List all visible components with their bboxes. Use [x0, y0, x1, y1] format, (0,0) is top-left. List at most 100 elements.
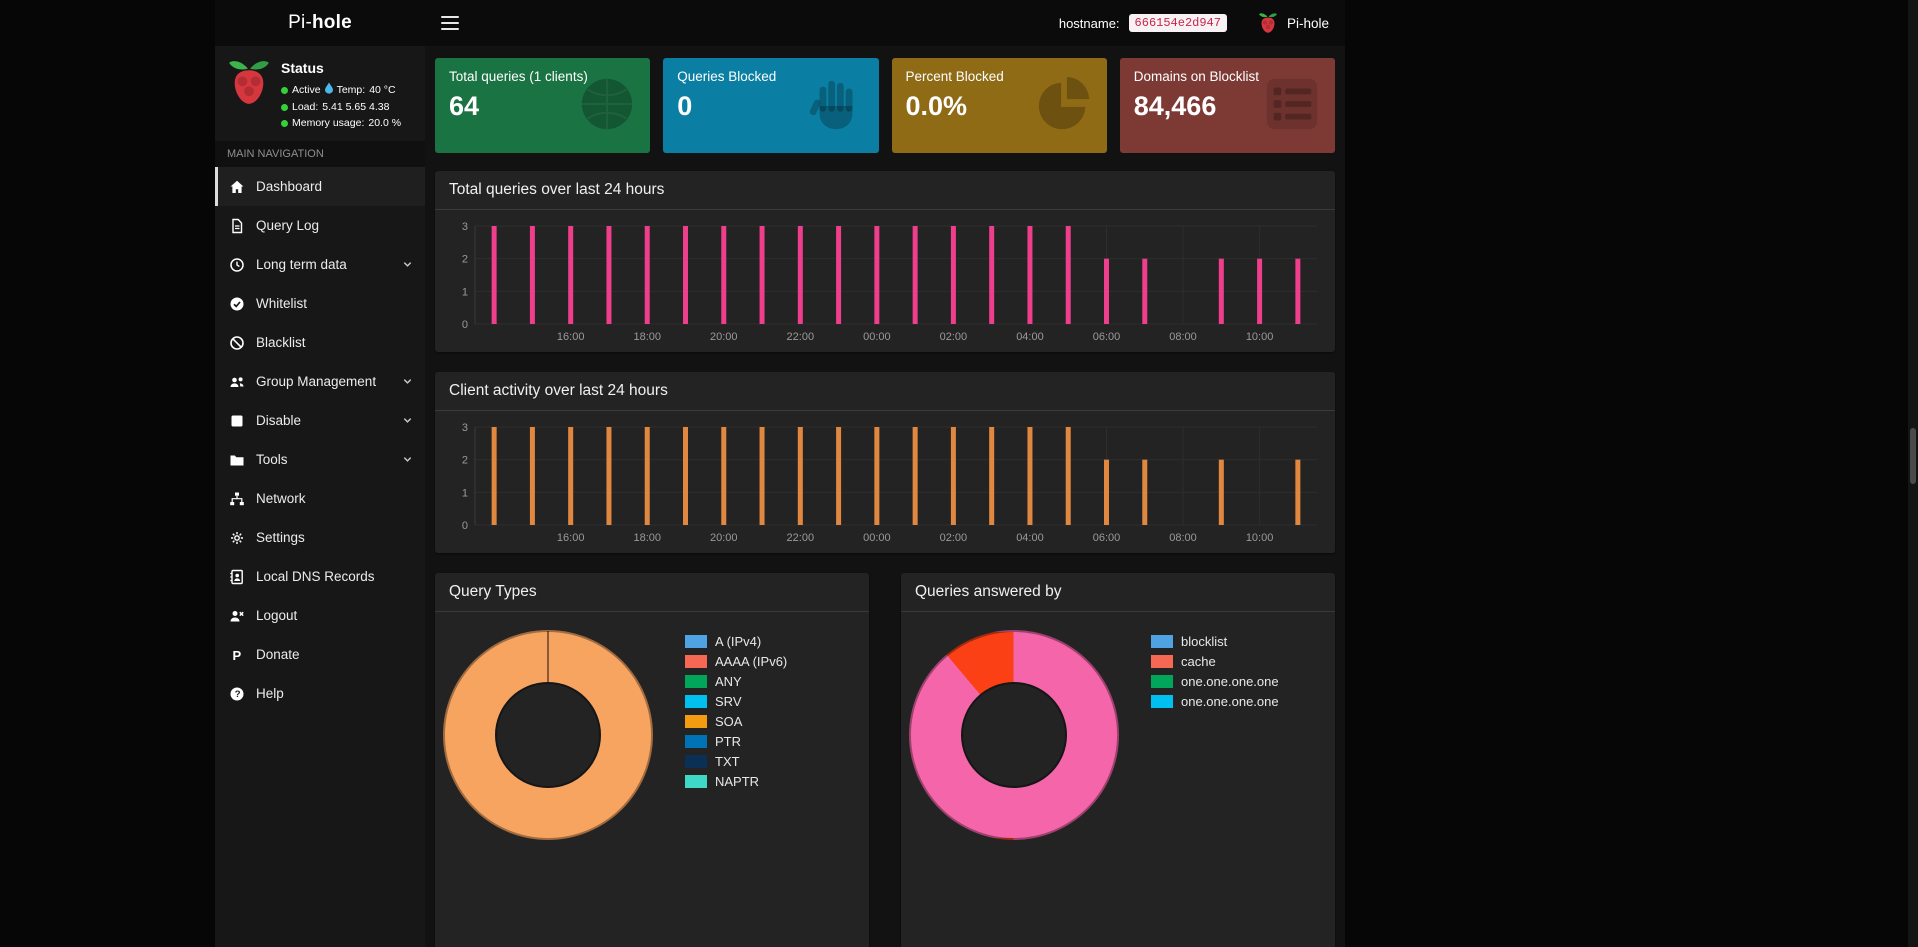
queries-answered-donut-chart[interactable]: [909, 630, 1119, 840]
svg-text:22:00: 22:00: [787, 331, 815, 343]
pihole-raspberry-logo: [227, 58, 271, 131]
svg-text:10:00: 10:00: [1246, 532, 1274, 544]
legend-item-aaaa-ipv6[interactable]: AAAA (IPv6): [685, 654, 787, 669]
card-percent-blocked[interactable]: Percent Blocked0.0%: [892, 58, 1107, 153]
svg-text:?: ?: [235, 689, 241, 700]
legend-label: SRV: [715, 694, 742, 709]
legend-item-soa[interactable]: SOA: [685, 714, 787, 729]
legend-label: NAPTR: [715, 774, 759, 789]
legend-swatch: [685, 735, 707, 748]
sidebar-item-label: Local DNS Records: [256, 569, 413, 584]
svg-text:2: 2: [462, 254, 468, 266]
legend-swatch: [685, 675, 707, 688]
queries-answered-body: blocklist cache one.one.one.one one.one.one…: [901, 612, 1335, 850]
sidebar-item-help[interactable]: ?Help: [215, 674, 425, 713]
legend-item-one-one-one-one[interactable]: one.one.one.one: [1151, 674, 1279, 689]
sidebar-item-donate[interactable]: PDonate: [215, 635, 425, 674]
sidebar-item-network[interactable]: Network: [215, 479, 425, 518]
sidebar-item-label: Group Management: [256, 374, 392, 389]
legend-label: AAAA (IPv6): [715, 654, 787, 669]
total-queries-chart[interactable]: 012316:0018:0020:0022:0000:0002:0004:000…: [445, 218, 1325, 346]
help-icon: ?: [229, 686, 246, 702]
svg-text:16:00: 16:00: [557, 331, 585, 343]
svg-text:3: 3: [462, 221, 468, 233]
list-icon: [1261, 73, 1323, 140]
sidebar-item-tools[interactable]: Tools: [215, 440, 425, 479]
status-panel: Status Active Temp: 40 °C Load: 5.41 5.6…: [215, 46, 425, 141]
navbar-brand-link[interactable]: Pi-hole: [1287, 16, 1329, 31]
scrollbar-thumb[interactable]: [1910, 428, 1916, 484]
legend-swatch: [685, 755, 707, 768]
svg-text:1: 1: [462, 286, 468, 298]
legend-item-one-one-one-one[interactable]: one.one.one.one: [1151, 694, 1279, 709]
sidebar-item-query-log[interactable]: Query Log: [215, 206, 425, 245]
status-active-dot: [281, 87, 288, 94]
logout-icon: [229, 608, 246, 624]
sidebar-item-settings[interactable]: Settings: [215, 518, 425, 557]
card-total-queries-1-clients[interactable]: Total queries (1 clients)64: [435, 58, 650, 153]
status-text: Status Active Temp: 40 °C Load: 5.41 5.6…: [281, 58, 401, 131]
svg-text:04:00: 04:00: [1016, 532, 1044, 544]
legend-item-txt[interactable]: TXT: [685, 754, 787, 769]
users-icon: [229, 374, 246, 390]
legend-swatch: [685, 655, 707, 668]
sidebar-toggle-button[interactable]: [441, 16, 459, 30]
panel-total-queries-title: Total queries over last 24 hours: [449, 181, 1321, 199]
legend-swatch: [1151, 655, 1173, 668]
memory-value: 20.0 %: [368, 115, 401, 131]
legend-item-ptr[interactable]: PTR: [685, 734, 787, 749]
svg-text:06:00: 06:00: [1093, 331, 1121, 343]
svg-text:1: 1: [462, 487, 468, 499]
svg-text:22:00: 22:00: [787, 532, 815, 544]
stop-icon: [229, 413, 246, 429]
client-activity-chart[interactable]: 012316:0018:0020:0022:0000:0002:0004:000…: [445, 419, 1325, 547]
sidebar-item-dashboard[interactable]: Dashboard: [215, 167, 425, 206]
legend-item-any[interactable]: ANY: [685, 674, 787, 689]
svg-text:0: 0: [462, 520, 468, 532]
query-types-body: A (IPv4) AAAA (IPv6) ANY SRV SOA PTR TXT NAPTR: [435, 612, 869, 850]
ban-icon: [229, 335, 246, 351]
panel-total-queries-body: 012316:0018:0020:0022:0000:0002:0004:000…: [435, 210, 1335, 352]
panel-client-activity-title: Client activity over last 24 hours: [449, 382, 1321, 400]
sidebar-item-blacklist[interactable]: Blacklist: [215, 323, 425, 362]
card-queries-blocked[interactable]: Queries Blocked0: [663, 58, 878, 153]
scrollbar-track[interactable]: [1908, 0, 1918, 947]
app-logo[interactable]: Pi-hole: [215, 0, 425, 46]
legend-label: one.one.one.one: [1181, 694, 1279, 709]
legend-item-a-ipv4[interactable]: A (IPv4): [685, 634, 787, 649]
legend-item-srv[interactable]: SRV: [685, 694, 787, 709]
sidebar-item-whitelist[interactable]: Whitelist: [215, 284, 425, 323]
legend-item-naptr[interactable]: NAPTR: [685, 774, 787, 789]
panel-client-activity-header: Client activity over last 24 hours: [435, 372, 1335, 411]
app-logo-prefix: Pi-: [288, 12, 312, 34]
sidebar-item-local-dns-records[interactable]: Local DNS Records: [215, 557, 425, 596]
temperature-icon: [325, 82, 333, 99]
sidebar-item-logout[interactable]: Logout: [215, 596, 425, 635]
sidebar-item-long-term-data[interactable]: Long term data: [215, 245, 425, 284]
sidebar-item-group-management[interactable]: Group Management: [215, 362, 425, 401]
globe-icon: [576, 73, 638, 140]
legend-swatch: [1151, 635, 1173, 648]
panel-client-activity: Client activity over last 24 hours 01231…: [435, 372, 1335, 553]
status-active-label: Active: [292, 82, 321, 98]
svg-text:08:00: 08:00: [1169, 532, 1197, 544]
panel-queries-answered-by-header: Queries answered by: [901, 573, 1335, 612]
legend-item-blocklist[interactable]: blocklist: [1151, 634, 1279, 649]
sidebar-item-label: Donate: [256, 647, 413, 662]
network-icon: [229, 491, 246, 507]
chevron-down-icon: [402, 415, 413, 426]
sidebar-item-label: Tools: [256, 452, 392, 467]
legend-item-cache[interactable]: cache: [1151, 654, 1279, 669]
panel-total-queries-header: Total queries over last 24 hours: [435, 171, 1335, 210]
sidebar-item-disable[interactable]: Disable: [215, 401, 425, 440]
navbar-right-group: hostname: 666154e2d947 Pi-hole: [1059, 12, 1329, 35]
clock-icon: [229, 257, 246, 273]
load-label: Load:: [292, 99, 318, 115]
query-types-donut-chart[interactable]: [443, 630, 653, 840]
card-domains-on-blocklist[interactable]: Domains on Blocklist84,466: [1120, 58, 1335, 153]
legend-label: ANY: [715, 674, 742, 689]
main-content: Total queries (1 clients)64Queries Block…: [425, 46, 1345, 947]
panel-query-types-title: Query Types: [449, 583, 855, 601]
hostname-label: hostname:: [1059, 16, 1120, 31]
svg-text:20:00: 20:00: [710, 331, 738, 343]
